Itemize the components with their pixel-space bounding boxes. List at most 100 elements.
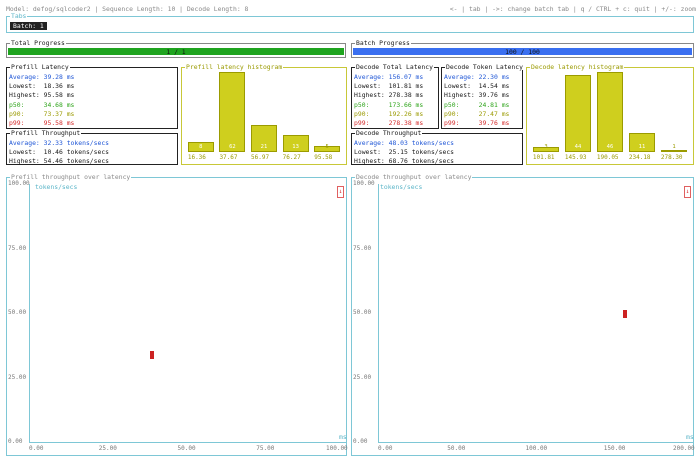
decode-scatter-xtick: 100.00 xyxy=(525,445,548,452)
prefill-scatter-xtick: 100.00 xyxy=(326,445,348,452)
prefill-scatter-ytick: 75.00 xyxy=(8,244,27,252)
prefill-throughput-average: Average: 32.33 tokens/secs xyxy=(9,139,110,147)
prefill-throughput-panel: Prefill Throughput Average: 32.33 tokens… xyxy=(6,129,178,165)
decode-scatter-xtick: 50.00 xyxy=(447,445,466,452)
decode-scatter-ylabel: tokens/secs xyxy=(380,183,423,191)
tabs-panel: Tabs Batch: 1 xyxy=(6,12,694,33)
batch-progress-panel: Batch Progress 100 / 100 xyxy=(351,40,694,58)
prefill-scatter-ytick: 50.00 xyxy=(8,309,27,316)
decode-token-latency-p90: p90: 27.47 ms xyxy=(444,110,510,118)
decode-token-latency-p50: p50: 24.81 ms xyxy=(444,101,510,109)
prefill-scatter-xtick: 25.00 xyxy=(98,445,117,452)
prefill-histogram-bin-label: 37.67 xyxy=(219,154,238,161)
prefill-histogram-bin-label: 76.27 xyxy=(282,154,301,161)
prefill-histogram-panel: Prefill latency histogram 8 16.36 62 37.67 2… xyxy=(181,64,347,165)
prefill-scatter-marker-indicator: ↓ xyxy=(337,186,344,198)
decode-total-latency-p50: p50: 173.66 ms xyxy=(354,101,424,109)
prefill-latency-panel: Prefill Latency Average: 39.28 ms Lowest… xyxy=(6,63,178,129)
decode-total-latency-p90: p90: 192.26 ms xyxy=(354,110,424,118)
decode-scatter-point xyxy=(622,309,627,318)
prefill-histogram-bar-count: 62 xyxy=(229,144,236,150)
decode-scatter-xtick: 150.00 xyxy=(603,445,626,452)
prefill-scatter-ytick: 25.00 xyxy=(8,373,27,381)
decode-scatter-xtick: 0.00 xyxy=(378,445,393,452)
decode-histogram-panel: Decode latency histogram 3 101.81 44 145.93… xyxy=(526,64,694,165)
total-progress-title: Total Progress xyxy=(10,39,66,47)
decode-scatter-ytick: 100.00 xyxy=(353,180,375,187)
decode-histogram-bar xyxy=(564,75,592,152)
decode-total-latency-average: Average: 156.07 ms xyxy=(354,73,424,81)
decode-scatter-plot xyxy=(378,184,693,443)
decode-histogram-bar-count: 1 xyxy=(672,144,676,150)
decode-token-latency-average: Average: 22.30 ms xyxy=(444,73,510,81)
prefill-throughput-title: Prefill Throughput xyxy=(10,129,82,137)
prefill-scatter-plot xyxy=(29,184,346,443)
prefill-scatter-ylabel: tokens/secs xyxy=(35,183,78,191)
decode-histogram-bin-label: 145.93 xyxy=(564,154,587,161)
decode-histogram-bin-label: 190.05 xyxy=(596,154,619,161)
decode-scatter-marker-indicator: ↓ xyxy=(684,186,691,198)
decode-token-latency-highest: Highest: 39.76 ms xyxy=(444,91,510,99)
prefill-scatter-ytick: 100.00 xyxy=(8,180,30,187)
prefill-scatter-xtick: 0.00 xyxy=(29,445,44,452)
decode-token-latency-title: Decode Token Latency xyxy=(445,63,524,71)
prefill-scatter-point xyxy=(150,350,155,359)
decode-token-latency-p99: p99: 39.76 ms xyxy=(444,119,510,127)
tabs-title: Tabs xyxy=(10,12,28,20)
prefill-latency-average: Average: 39.28 ms xyxy=(9,73,75,81)
batch-progress-text: 100 / 100 xyxy=(505,48,540,56)
prefill-scatter-xtick: 75.00 xyxy=(256,445,275,452)
decode-token-latency-lowest: Lowest: 14.54 ms xyxy=(444,82,510,90)
decode-total-latency-highest: Highest: 278.38 ms xyxy=(354,91,424,99)
prefill-scatter-panel: Prefill throughput over latency tokens/s… xyxy=(6,174,348,456)
prefill-latency-highest: Highest: 95.58 ms xyxy=(9,91,75,99)
decode-total-latency-lowest: Lowest: 101.81 ms xyxy=(354,82,424,90)
decode-histogram-plot: 3 101.81 44 145.93 46 190.05 11 234.18 1 278.30 xyxy=(527,68,693,164)
prefill-latency-p99: p99: 95.58 ms xyxy=(9,119,75,127)
decode-scatter-ytick: 0.00 xyxy=(353,438,368,445)
prefill-latency-lowest: Lowest: 18.36 ms xyxy=(9,82,75,90)
prefill-histogram-bar-count: 13 xyxy=(292,144,299,150)
decode-histogram-bin-label: 101.81 xyxy=(532,154,555,161)
decode-histogram-bar-count: 3 xyxy=(544,144,548,150)
decode-total-latency-p99: p99: 278.38 ms xyxy=(354,119,424,127)
decode-scatter-xlabel: ms xyxy=(686,433,694,441)
decode-histogram-bar xyxy=(660,150,688,153)
total-progress-text: 1 / 1 xyxy=(166,48,186,56)
prefill-histogram-plot: 8 16.36 62 37.67 21 56.97 13 76.27 5 95.58 xyxy=(182,68,346,164)
prefill-scatter-xtick: 50.00 xyxy=(177,445,196,452)
prefill-latency-p90: p90: 73.37 ms xyxy=(9,110,75,118)
decode-token-latency-panel: Decode Token Latency Average: 22.30 ms L… xyxy=(441,63,524,129)
prefill-throughput-lowest: Lowest: 10.46 tokens/secs xyxy=(9,148,110,156)
prefill-histogram-bar-count: 8 xyxy=(199,144,203,150)
decode-throughput-title: Decode Throughput xyxy=(355,129,423,137)
decode-scatter-panel: Decode throughput over latency tokens/se… xyxy=(351,174,695,456)
prefill-histogram-bin-label: 56.97 xyxy=(251,154,270,161)
decode-scatter-xtick: 200.00 xyxy=(673,445,695,452)
tab-batch-1[interactable]: Batch: 1 xyxy=(10,22,47,31)
prefill-histogram-bar-count: 5 xyxy=(325,144,329,150)
decode-throughput-panel: Decode Throughput Average: 48.03 tokens/… xyxy=(351,129,523,165)
prefill-histogram-bar-count: 21 xyxy=(260,144,268,150)
decode-throughput-average: Average: 48.03 tokens/secs xyxy=(354,139,455,147)
decode-scatter-ytick: 25.00 xyxy=(353,373,372,381)
decode-throughput-highest: Highest: 68.76 tokens/secs xyxy=(354,157,455,165)
prefill-throughput-highest: Highest: 54.46 tokens/secs xyxy=(9,157,110,165)
decode-histogram-bin-label: 278.30 xyxy=(660,154,683,161)
header-keybindings: <- | tab | ->: change batch tab | q / CT… xyxy=(449,5,696,13)
prefill-scatter-ytick: 0.00 xyxy=(8,438,23,445)
total-progress-panel: Total Progress 1 / 1 xyxy=(6,39,346,58)
decode-histogram-bar-count: 11 xyxy=(638,144,646,150)
decode-histogram-bar-count: 46 xyxy=(606,144,614,150)
prefill-scatter-xlabel: ms xyxy=(339,433,347,441)
decode-histogram-bar xyxy=(596,72,624,152)
decode-total-latency-title: Decode Total Latency xyxy=(355,63,434,71)
prefill-histogram-bin-label: 16.36 xyxy=(187,154,206,161)
prefill-histogram-bar xyxy=(219,72,246,152)
decode-total-latency-panel: Decode Total Latency Average: 156.07 ms … xyxy=(351,63,439,129)
prefill-latency-title: Prefill Latency xyxy=(10,63,70,71)
prefill-histogram-bin-label: 95.58 xyxy=(314,154,333,161)
header-info: Model: defog/sqlcoder2 | Sequence Length… xyxy=(6,5,249,13)
decode-scatter-ytick: 75.00 xyxy=(353,244,372,252)
decode-histogram-bin-label: 234.18 xyxy=(628,154,651,161)
